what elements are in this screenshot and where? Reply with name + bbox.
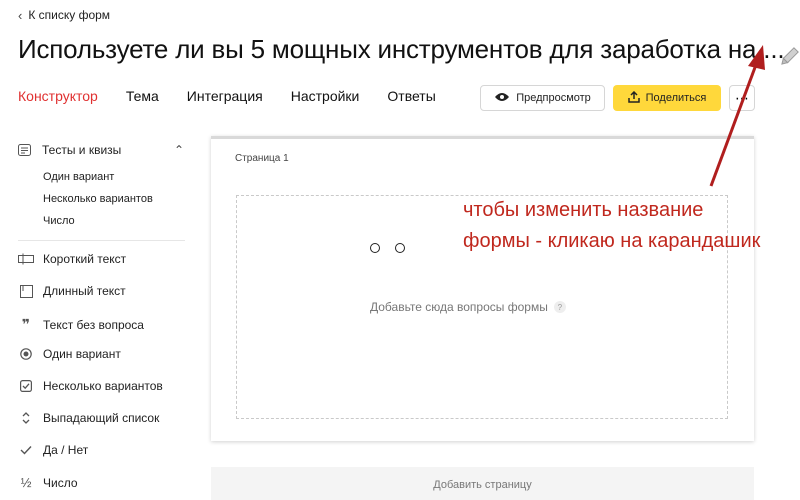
page-label: Страница 1 [235,153,289,164]
share-label: Поделиться [645,92,707,104]
quiz-group-label: Тесты и квизы [42,143,122,157]
sidebar-divider [18,240,185,241]
tab-constructor[interactable]: Конструктор [18,88,98,104]
drop-hint: Добавьте сюда вопросы формы ? [370,300,566,314]
sidebar-item-label: Текст без вопроса [43,317,144,332]
check-icon [18,445,34,455]
upload-icon [627,90,640,106]
list-icon [18,144,32,156]
short-text-icon [18,253,34,265]
quote-icon: ❞ [21,316,31,332]
eye-icon [494,92,510,105]
drop-hint-text: Добавьте сюда вопросы формы [370,300,548,314]
sidebar-item-label: Несколько вариантов [43,379,163,393]
sidebar-item-single-choice[interactable]: Один вариант [18,347,121,361]
more-dots-icon: ⋯ [735,90,749,106]
form-page-card: Страница 1 Добавьте сюда вопросы формы ? [211,136,754,441]
quiz-item-number[interactable]: Число [43,215,75,227]
preview-label: Предпросмотр [516,92,591,104]
circle-icon [395,243,405,253]
dropdown-icon [18,411,34,425]
fraction-icon: ½ [20,475,32,490]
edit-title-pencil-icon[interactable] [776,44,800,70]
quiz-item-single-choice[interactable]: Один вариант [43,171,114,183]
title-row: Используете ли вы 5 мощных инструментов … [18,34,799,70]
tab-answers[interactable]: Ответы [387,88,435,104]
sidebar-item-label: Один вариант [43,347,121,361]
more-menu-button[interactable]: ⋯ [729,85,755,111]
sidebar-item-label: Выпадающий список [43,411,160,425]
sidebar-item-label: Короткий текст [43,252,127,266]
preview-button[interactable]: Предпросмотр [480,85,605,111]
chevron-left-icon: ‹ [18,7,23,23]
long-text-icon [18,284,34,298]
sidebar-item-short-text[interactable]: Короткий текст [18,252,126,266]
quiz-item-multiple-choice[interactable]: Несколько вариантов [43,193,153,205]
drop-placeholder-dots [370,243,405,253]
back-link-label: К списку форм [28,8,111,22]
sidebar-item-number[interactable]: ½ Число [18,475,78,490]
chevron-up-icon[interactable]: ⌃ [174,143,184,157]
tab-bar: Конструктор Тема Интеграция Настройки От… [18,88,464,104]
back-to-forms-link[interactable]: ‹ К списку форм [18,8,110,22]
tab-theme[interactable]: Тема [126,88,159,104]
sidebar-item-label: Длинный текст [43,284,126,298]
sidebar-item-dropdown[interactable]: Выпадающий список [18,411,159,425]
circle-icon [370,243,380,253]
tab-integration[interactable]: Интеграция [187,88,263,104]
sidebar-item-yes-no[interactable]: Да / Нет [18,443,88,457]
form-title: Используете ли вы 5 мощных инструментов … [18,34,785,64]
annotation-line-2: формы - кликаю на карандашик [463,230,761,252]
checkbox-icon [18,380,34,392]
radio-icon [18,348,34,360]
add-page-button[interactable]: Добавить страницу [211,467,754,500]
share-button[interactable]: Поделиться [613,85,721,111]
sidebar-item-long-text[interactable]: Длинный текст [18,284,126,298]
tab-settings[interactable]: Настройки [291,88,360,104]
annotation-line-1: чтобы изменить название [463,199,704,221]
sidebar-item-multiple-choice[interactable]: Несколько вариантов [18,379,163,393]
sidebar-item-text-without-question[interactable]: ❞ Текст без вопроса [18,316,144,333]
annotation-text: чтобы изменить название формы - кликаю н… [463,195,760,257]
quiz-group-header[interactable]: Тесты и квизы ⌃ [18,143,190,157]
sidebar-item-label: Число [43,475,78,490]
help-icon[interactable]: ? [553,301,566,313]
sidebar-item-label: Да / Нет [43,443,89,457]
